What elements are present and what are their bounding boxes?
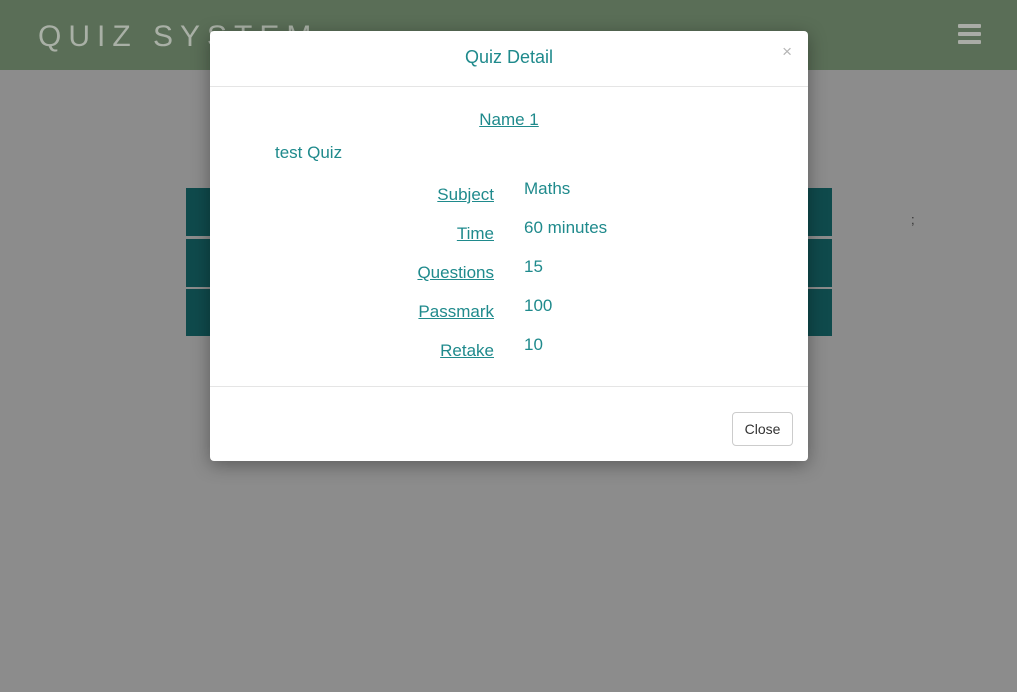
modal-body: Name 1 test Quiz Subject Maths Time 60 m… [210,87,808,387]
retake-value: 10 [524,335,543,354]
passmark-value: 100 [524,296,553,315]
stray-text: ; [911,212,915,227]
passmark-label[interactable]: Passmark [418,302,494,322]
retake-label[interactable]: Retake [440,341,494,361]
modal-footer: Close [210,387,808,461]
detail-row-passmark: Passmark 100 [210,296,808,326]
subject-label[interactable]: Subject [437,185,494,205]
modal-title: Quiz Detail [464,47,554,67]
questions-label[interactable]: Questions [417,263,494,283]
time-value: 60 minutes [524,218,608,237]
quiz-name-link[interactable]: Name 1 [210,110,808,130]
quiz-description: test Quiz [275,143,343,162]
time-label[interactable]: Time [457,224,494,244]
detail-row-time: Time 60 minutes [210,218,808,248]
detail-row-subject: Subject Maths [210,179,808,209]
hamburger-menu-icon[interactable] [958,24,981,44]
close-button[interactable]: Close [732,412,793,446]
close-icon[interactable]: × [782,43,792,60]
quiz-detail-modal: Quiz Detail × Name 1 test Quiz Subject M… [210,31,808,461]
detail-row-retake: Retake 10 [210,335,808,365]
modal-header: Quiz Detail × [210,31,808,87]
questions-value: 15 [524,257,543,276]
subject-value: Maths [524,179,571,198]
detail-row-questions: Questions 15 [210,257,808,287]
